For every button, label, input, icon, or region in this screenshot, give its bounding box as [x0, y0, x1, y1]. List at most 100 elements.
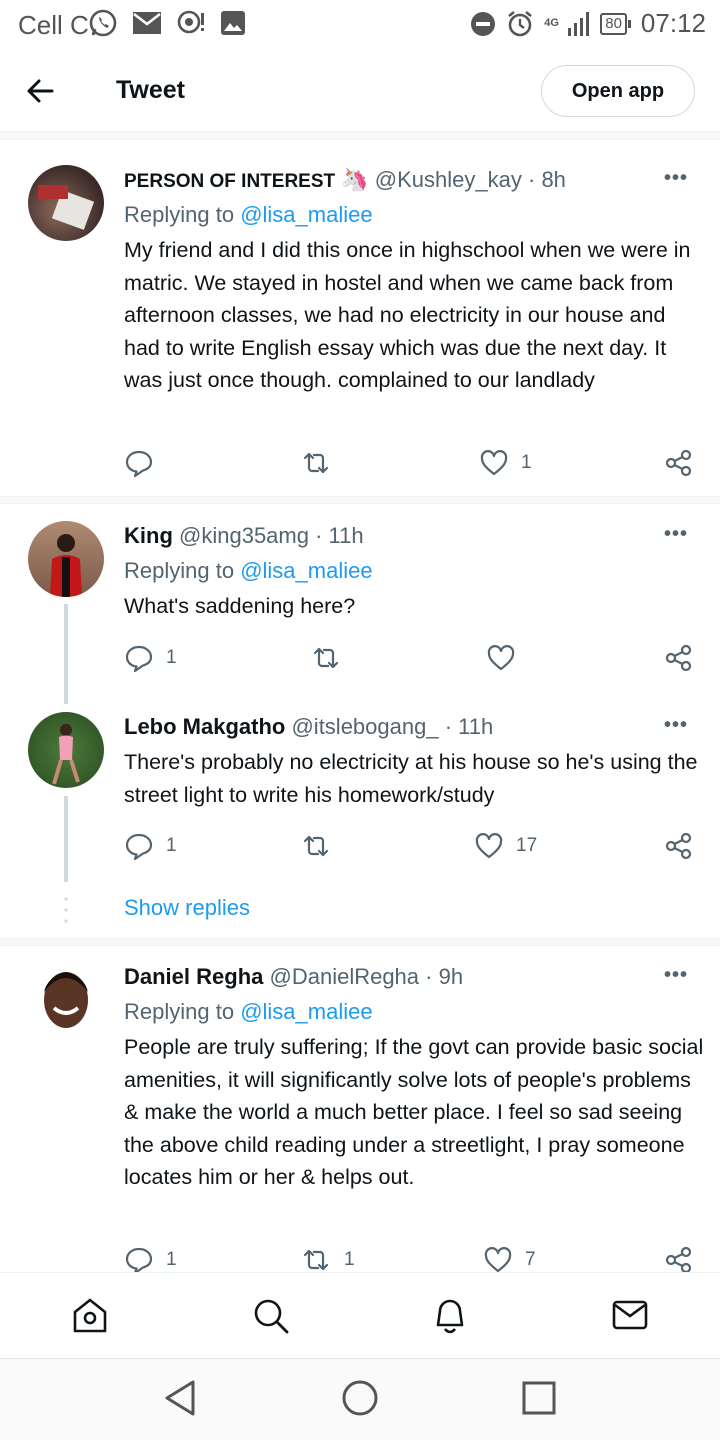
retweet-icon	[303, 1249, 329, 1271]
more-options-button[interactable]: •••	[664, 714, 688, 737]
gallery-icon	[221, 11, 245, 35]
replying-to-label: Replying to	[124, 999, 241, 1024]
alarm-icon	[508, 10, 533, 36]
do-not-disturb-icon	[471, 11, 496, 36]
retweet-count: 1	[344, 1249, 355, 1270]
more-options-button[interactable]: •••	[664, 167, 688, 190]
like-icon	[484, 1247, 512, 1273]
share-button[interactable]	[664, 643, 694, 673]
reply-button[interactable]: 1	[124, 831, 177, 861]
system-back-button[interactable]	[163, 1379, 197, 1422]
thread-dots	[64, 897, 68, 923]
more-options-button[interactable]: •••	[664, 523, 688, 546]
replying-to-handle[interactable]: @lisa_maliee	[240, 558, 372, 583]
reply-button[interactable]: 1	[124, 643, 177, 673]
divider	[0, 496, 720, 504]
timestamp[interactable]: · 11h	[315, 523, 364, 548]
back-arrow-icon	[27, 79, 54, 103]
like-count: 17	[516, 835, 538, 856]
user-handle[interactable]: @DanielRegha	[270, 964, 420, 989]
share-button[interactable]	[664, 1245, 694, 1275]
reply-count: 1	[166, 1249, 177, 1270]
reply-icon	[125, 450, 153, 478]
bottom-navigation	[0, 1272, 720, 1358]
retweet-icon	[303, 835, 329, 857]
like-count: 7	[525, 1249, 536, 1270]
like-icon	[487, 645, 515, 671]
reply-icon	[125, 833, 153, 861]
signal-icon	[568, 11, 590, 36]
home-icon	[73, 1298, 107, 1333]
like-button[interactable]: 7	[483, 1245, 536, 1275]
tweet-text: My friend and I did this once in highsch…	[124, 238, 691, 392]
tweet-text: There's probably no electricity at his h…	[124, 750, 698, 807]
retweet-icon	[313, 647, 339, 669]
display-name[interactable]: PERSON OF INTEREST	[124, 171, 335, 192]
emoji: 🦄	[341, 167, 369, 192]
share-icon	[665, 1246, 692, 1274]
like-button[interactable]: 17	[474, 831, 537, 861]
avatar[interactable]	[28, 521, 104, 597]
retweet-button[interactable]	[310, 643, 342, 673]
like-button[interactable]	[486, 643, 516, 673]
back-button[interactable]	[24, 72, 64, 110]
page-title: Tweet	[116, 76, 185, 104]
reply-count: 1	[166, 647, 177, 668]
retweet-button[interactable]: 1	[300, 1245, 355, 1275]
mail-icon	[133, 12, 161, 34]
timestamp[interactable]: · 8h	[528, 167, 566, 192]
timestamp[interactable]: · 11h	[445, 714, 494, 739]
share-button[interactable]	[664, 831, 694, 861]
share-icon	[665, 644, 692, 672]
nav-home-button[interactable]	[72, 1297, 108, 1340]
nav-messages-button[interactable]	[612, 1299, 648, 1336]
display-name[interactable]: Daniel Regha	[124, 964, 263, 989]
system-home-button[interactable]	[341, 1379, 379, 1422]
battery-indicator: 80	[600, 12, 631, 35]
divider	[0, 132, 720, 140]
avatar[interactable]	[28, 962, 104, 1038]
avatar[interactable]	[28, 712, 104, 788]
tweet-text: People are truly suffering; If the govt …	[124, 1035, 704, 1189]
replying-to-handle[interactable]: @lisa_maliee	[240, 202, 372, 227]
avatar[interactable]	[28, 165, 104, 241]
carrier-label: Cell C	[18, 10, 89, 40]
tweet-text: What's saddening here?	[124, 594, 356, 618]
hotspot-icon	[177, 10, 204, 34]
like-icon	[480, 450, 508, 476]
reply-count: 1	[166, 835, 177, 856]
square-recents-icon	[522, 1381, 556, 1415]
avatar-photo	[50, 534, 82, 597]
divider	[0, 938, 720, 946]
share-button[interactable]	[664, 448, 694, 478]
show-replies-link[interactable]: Show replies	[124, 895, 250, 921]
status-bar: Cell C 4G 80 07:12	[0, 0, 720, 50]
display-name[interactable]: King	[124, 523, 173, 548]
user-handle[interactable]: @Kushley_kay	[375, 167, 522, 192]
retweet-button[interactable]	[300, 448, 332, 478]
messages-icon	[612, 1300, 648, 1330]
thread-line	[64, 796, 68, 882]
user-handle[interactable]: @king35amg	[179, 523, 309, 548]
user-handle[interactable]: @itslebogang_	[291, 714, 438, 739]
nav-search-button[interactable]	[252, 1297, 290, 1340]
replying-to-handle[interactable]: @lisa_maliee	[240, 999, 372, 1024]
system-recents-button[interactable]	[522, 1381, 556, 1420]
reply-icon	[125, 645, 153, 673]
nav-notifications-button[interactable]	[432, 1295, 468, 1340]
retweet-icon	[303, 452, 329, 474]
timestamp[interactable]: · 9h	[425, 964, 463, 989]
more-options-button[interactable]: •••	[664, 964, 688, 987]
like-button[interactable]: 1	[479, 448, 532, 478]
reply-button[interactable]: 1	[124, 1245, 177, 1275]
like-icon	[475, 833, 503, 859]
top-app-bar: Tweet Open app	[0, 50, 720, 132]
reply-icon	[125, 1247, 153, 1275]
notifications-icon	[436, 1299, 464, 1334]
reply-button[interactable]	[124, 448, 154, 478]
open-app-button[interactable]: Open app	[541, 65, 695, 117]
retweet-button[interactable]	[300, 831, 332, 861]
replying-to-label: Replying to	[124, 202, 241, 227]
avatar-photo	[38, 185, 95, 230]
display-name[interactable]: Lebo Makgatho	[124, 714, 285, 739]
